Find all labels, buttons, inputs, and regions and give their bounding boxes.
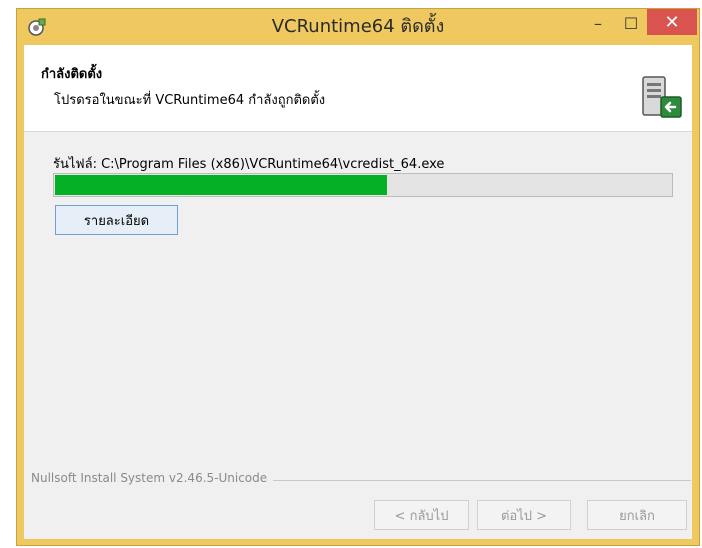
minimize-button[interactable]: – [584,9,612,37]
installer-window: VCRuntime64 ติดตั้ง – ☐ ✕ กำลังติดตั้ง โ… [16,8,700,546]
maximize-button[interactable]: ☐ [617,9,645,37]
title-bar[interactable]: VCRuntime64 ติดตั้ง – ☐ ✕ [17,9,699,45]
page-title: กำลังติดตั้ง [41,67,103,82]
next-button[interactable]: ต่อไป > [477,500,571,530]
page-subtitle: โปรดรอในขณะที่ VCRuntime64 กำลังถูกติดตั… [54,93,326,108]
back-button[interactable]: < กลับไป [374,500,469,530]
branding-text: Nullsoft Install System v2.46.5-Unicode [31,471,274,485]
install-progress-bar [53,173,673,197]
installer-computer-icon [637,73,685,121]
cancel-button[interactable]: ยกเลิก [587,500,687,530]
header-panel: กำลังติดตั้ง โปรดรอในขณะที่ VCRuntime64 … [24,45,692,132]
progress-fill [55,175,387,195]
show-details-button[interactable]: รายละเอียด [55,205,178,235]
close-button[interactable]: ✕ [647,9,697,35]
current-file-label: รันไฟล์: C:\Program Files (x86)\VCRuntim… [53,157,445,172]
branding-row: Nullsoft Install System v2.46.5-Unicode [31,470,691,490]
installer-body: กำลังติดตั้ง โปรดรอในขณะที่ VCRuntime64 … [24,45,692,539]
